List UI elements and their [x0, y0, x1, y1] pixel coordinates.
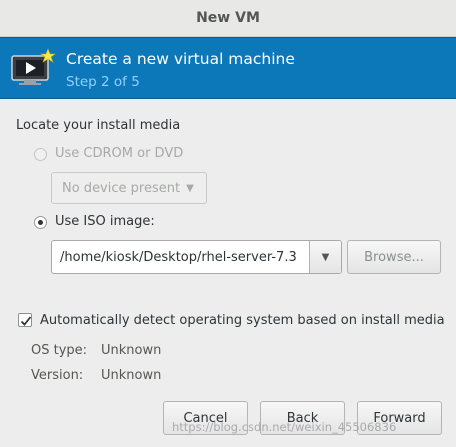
- auto-detect-checkbox[interactable]: [18, 313, 32, 327]
- iso-radio-label: Use ISO image:: [55, 214, 155, 229]
- os-type-label: OS type:: [31, 343, 88, 358]
- vm-create-icon: [10, 48, 56, 88]
- cdrom-radio[interactable]: [34, 148, 47, 161]
- browse-button[interactable]: Browse...: [347, 240, 441, 274]
- wizard-banner: Create a new virtual machine Step 2 of 5: [0, 37, 456, 99]
- cdrom-device-select[interactable]: No device present ▼: [51, 172, 207, 204]
- auto-detect-label: Automatically detect operating system ba…: [40, 313, 445, 328]
- iso-radio[interactable]: [34, 216, 47, 229]
- version-label: Version:: [31, 368, 84, 383]
- install-media-section-label: Locate your install media: [16, 118, 181, 133]
- banner-title: Create a new virtual machine: [66, 50, 295, 68]
- window-titlebar: New VM: [0, 0, 456, 37]
- checkmark-icon: [20, 316, 32, 326]
- window-title: New VM: [196, 10, 260, 26]
- iso-path-dropdown-button[interactable]: ▼: [309, 241, 341, 273]
- version-value: Unknown: [101, 368, 162, 383]
- banner-step: Step 2 of 5: [66, 74, 140, 90]
- chevron-down-icon: ▼: [321, 251, 330, 263]
- chevron-down-icon: ▼: [186, 182, 194, 194]
- os-type-value: Unknown: [101, 343, 162, 358]
- iso-path-combo[interactable]: /home/kiosk/Desktop/rhel-server-7.3 ▼: [51, 240, 342, 274]
- cdrom-device-value: No device present: [62, 180, 181, 196]
- iso-path-input[interactable]: /home/kiosk/Desktop/rhel-server-7.3: [52, 241, 309, 273]
- cdrom-radio-label: Use CDROM or DVD: [55, 146, 184, 161]
- watermark: https://blog.csdn.net/weixin_45506836: [172, 420, 397, 434]
